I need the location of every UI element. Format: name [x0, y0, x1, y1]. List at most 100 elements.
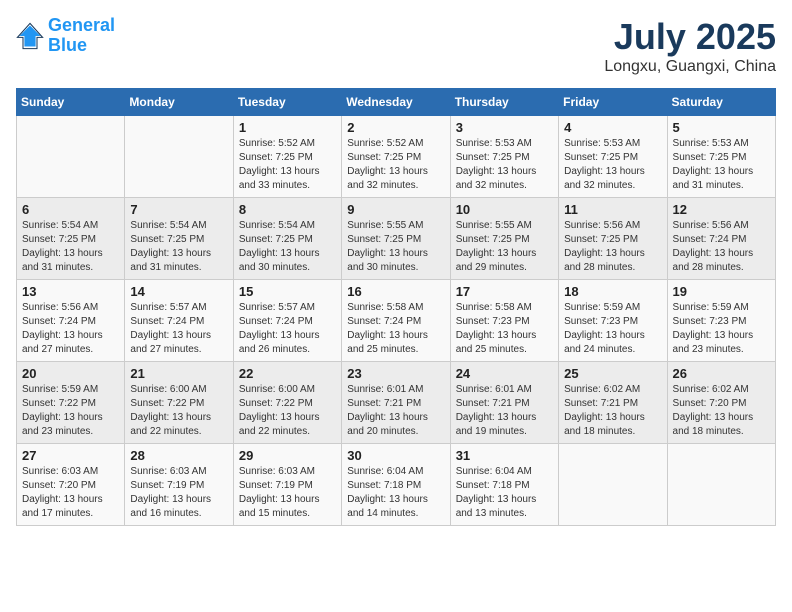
day-info: Sunrise: 5:58 AM Sunset: 7:24 PM Dayligh…	[347, 301, 444, 357]
calendar-cell: 4 Sunrise: 5:53 AM Sunset: 7:25 PM Daylig…	[559, 116, 667, 198]
calendar-table: SundayMondayTuesdayWednesdayThursdayFrid…	[16, 88, 776, 526]
day-number: 13	[22, 284, 119, 299]
calendar-week-1: 1 Sunrise: 5:52 AM Sunset: 7:25 PM Daylig…	[17, 116, 776, 198]
calendar-cell	[559, 444, 667, 526]
day-number: 10	[456, 202, 553, 217]
calendar-cell	[17, 116, 125, 198]
day-number: 23	[347, 366, 444, 381]
weekday-header-friday: Friday	[559, 89, 667, 116]
calendar-week-3: 13 Sunrise: 5:56 AM Sunset: 7:24 PM Dayli…	[17, 280, 776, 362]
page-header: General Blue July 2025 Longxu, Guangxi, …	[16, 16, 776, 76]
calendar-week-2: 6 Sunrise: 5:54 AM Sunset: 7:25 PM Daylig…	[17, 198, 776, 280]
calendar-cell: 15 Sunrise: 5:57 AM Sunset: 7:24 PM Dayli…	[233, 280, 341, 362]
day-info: Sunrise: 5:54 AM Sunset: 7:25 PM Dayligh…	[22, 219, 119, 275]
weekday-header-row: SundayMondayTuesdayWednesdayThursdayFrid…	[17, 89, 776, 116]
day-info: Sunrise: 5:56 AM Sunset: 7:24 PM Dayligh…	[673, 219, 770, 275]
weekday-header-tuesday: Tuesday	[233, 89, 341, 116]
weekday-header-thursday: Thursday	[450, 89, 558, 116]
day-info: Sunrise: 5:55 AM Sunset: 7:25 PM Dayligh…	[456, 219, 553, 275]
day-info: Sunrise: 6:03 AM Sunset: 7:19 PM Dayligh…	[239, 465, 336, 521]
calendar-cell: 3 Sunrise: 5:53 AM Sunset: 7:25 PM Daylig…	[450, 116, 558, 198]
day-info: Sunrise: 5:59 AM Sunset: 7:23 PM Dayligh…	[564, 301, 661, 357]
calendar-cell: 19Sunrise: 5:59 AM Sunset: 7:23 PM Dayli…	[667, 280, 775, 362]
logo-line2: Blue	[48, 36, 115, 56]
day-number: 12	[673, 202, 770, 217]
day-number: 27	[22, 448, 119, 463]
calendar-cell: 28Sunrise: 6:03 AM Sunset: 7:19 PM Dayli…	[125, 444, 233, 526]
calendar-cell: 23 Sunrise: 6:01 AM Sunset: 7:21 PM Dayli…	[342, 362, 450, 444]
day-info: Sunrise: 5:57 AM Sunset: 7:24 PM Dayligh…	[239, 301, 336, 357]
day-number: 4	[564, 120, 661, 135]
day-number: 9	[347, 202, 444, 217]
location-title: Longxu, Guangxi, China	[604, 58, 776, 76]
logo-text: General Blue	[48, 16, 115, 56]
calendar-cell: 9 Sunrise: 5:55 AM Sunset: 7:25 PM Daylig…	[342, 198, 450, 280]
calendar-cell: 26Sunrise: 6:02 AM Sunset: 7:20 PM Dayli…	[667, 362, 775, 444]
day-info: Sunrise: 6:00 AM Sunset: 7:22 PM Dayligh…	[130, 383, 227, 439]
calendar-cell: 30 Sunrise: 6:04 AM Sunset: 7:18 PM Dayli…	[342, 444, 450, 526]
weekday-header-saturday: Saturday	[667, 89, 775, 116]
weekday-header-wednesday: Wednesday	[342, 89, 450, 116]
logo-line1: General	[48, 15, 115, 35]
day-info: Sunrise: 5:56 AM Sunset: 7:25 PM Dayligh…	[564, 219, 661, 275]
day-number: 3	[456, 120, 553, 135]
day-number: 16	[347, 284, 444, 299]
calendar-cell: 5Sunrise: 5:53 AM Sunset: 7:25 PM Daylig…	[667, 116, 775, 198]
day-number: 2	[347, 120, 444, 135]
calendar-cell: 31Sunrise: 6:04 AM Sunset: 7:18 PM Dayli…	[450, 444, 558, 526]
day-info: Sunrise: 6:01 AM Sunset: 7:21 PM Dayligh…	[347, 383, 444, 439]
calendar-cell: 11 Sunrise: 5:56 AM Sunset: 7:25 PM Dayli…	[559, 198, 667, 280]
day-number: 15	[239, 284, 336, 299]
calendar-cell: 21Sunrise: 6:00 AM Sunset: 7:22 PM Dayli…	[125, 362, 233, 444]
calendar-cell: 17 Sunrise: 5:58 AM Sunset: 7:23 PM Dayli…	[450, 280, 558, 362]
calendar-cell: 24Sunrise: 6:01 AM Sunset: 7:21 PM Dayli…	[450, 362, 558, 444]
calendar-cell	[125, 116, 233, 198]
month-title: July 2025	[604, 16, 776, 58]
day-info: Sunrise: 5:58 AM Sunset: 7:23 PM Dayligh…	[456, 301, 553, 357]
logo: General Blue	[16, 16, 115, 56]
calendar-cell: 22Sunrise: 6:00 AM Sunset: 7:22 PM Dayli…	[233, 362, 341, 444]
calendar-cell: 12 Sunrise: 5:56 AM Sunset: 7:24 PM Dayli…	[667, 198, 775, 280]
day-number: 8	[239, 202, 336, 217]
calendar-cell: 14 Sunrise: 5:57 AM Sunset: 7:24 PM Dayli…	[125, 280, 233, 362]
day-number: 17	[456, 284, 553, 299]
day-info: Sunrise: 5:57 AM Sunset: 7:24 PM Dayligh…	[130, 301, 227, 357]
weekday-header-monday: Monday	[125, 89, 233, 116]
day-number: 19	[673, 284, 770, 299]
day-number: 30	[347, 448, 444, 463]
calendar-cell: 10 Sunrise: 5:55 AM Sunset: 7:25 PM Dayli…	[450, 198, 558, 280]
calendar-cell: 7Sunrise: 5:54 AM Sunset: 7:25 PM Daylig…	[125, 198, 233, 280]
day-number: 5	[673, 120, 770, 135]
day-number: 11	[564, 202, 661, 217]
day-info: Sunrise: 5:54 AM Sunset: 7:25 PM Dayligh…	[239, 219, 336, 275]
day-number: 25	[564, 366, 661, 381]
calendar-cell: 25 Sunrise: 6:02 AM Sunset: 7:21 PM Dayli…	[559, 362, 667, 444]
title-block: July 2025 Longxu, Guangxi, China	[604, 16, 776, 76]
day-number: 14	[130, 284, 227, 299]
day-number: 22	[239, 366, 336, 381]
calendar-cell: 20Sunrise: 5:59 AM Sunset: 7:22 PM Dayli…	[17, 362, 125, 444]
day-info: Sunrise: 6:02 AM Sunset: 7:21 PM Dayligh…	[564, 383, 661, 439]
day-number: 1	[239, 120, 336, 135]
day-info: Sunrise: 5:53 AM Sunset: 7:25 PM Dayligh…	[564, 137, 661, 193]
calendar-cell: 13 Sunrise: 5:56 AM Sunset: 7:24 PM Dayli…	[17, 280, 125, 362]
day-info: Sunrise: 6:04 AM Sunset: 7:18 PM Dayligh…	[347, 465, 444, 521]
day-info: Sunrise: 5:52 AM Sunset: 7:25 PM Dayligh…	[347, 137, 444, 193]
calendar-cell: 2 Sunrise: 5:52 AM Sunset: 7:25 PM Daylig…	[342, 116, 450, 198]
day-info: Sunrise: 5:55 AM Sunset: 7:25 PM Dayligh…	[347, 219, 444, 275]
calendar-cell: 6 Sunrise: 5:54 AM Sunset: 7:25 PM Daylig…	[17, 198, 125, 280]
day-info: Sunrise: 5:56 AM Sunset: 7:24 PM Dayligh…	[22, 301, 119, 357]
calendar-week-5: 27Sunrise: 6:03 AM Sunset: 7:20 PM Dayli…	[17, 444, 776, 526]
calendar-cell	[667, 444, 775, 526]
calendar-week-4: 20Sunrise: 5:59 AM Sunset: 7:22 PM Dayli…	[17, 362, 776, 444]
day-info: Sunrise: 5:53 AM Sunset: 7:25 PM Dayligh…	[456, 137, 553, 193]
day-number: 6	[22, 202, 119, 217]
calendar-cell: 8 Sunrise: 5:54 AM Sunset: 7:25 PM Daylig…	[233, 198, 341, 280]
day-number: 18	[564, 284, 661, 299]
day-info: Sunrise: 6:04 AM Sunset: 7:18 PM Dayligh…	[456, 465, 553, 521]
day-info: Sunrise: 5:59 AM Sunset: 7:22 PM Dayligh…	[22, 383, 119, 439]
calendar-cell: 1Sunrise: 5:52 AM Sunset: 7:25 PM Daylig…	[233, 116, 341, 198]
day-number: 7	[130, 202, 227, 217]
calendar-cell: 18 Sunrise: 5:59 AM Sunset: 7:23 PM Dayli…	[559, 280, 667, 362]
day-number: 29	[239, 448, 336, 463]
